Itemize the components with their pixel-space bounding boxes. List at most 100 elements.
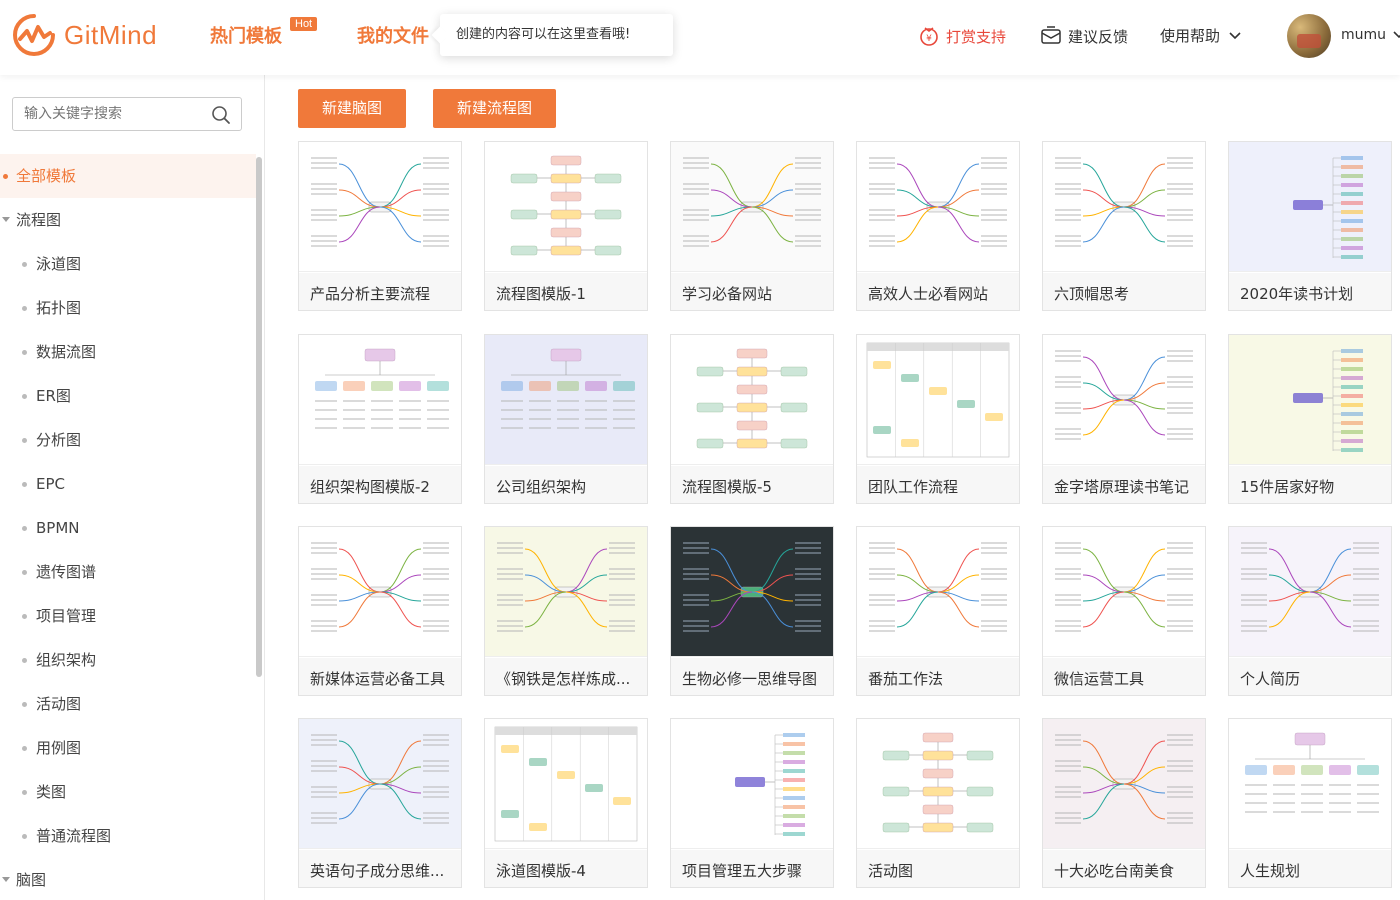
sidebar-item-label: 项目管理 — [36, 607, 97, 625]
template-thumbnail — [1229, 719, 1391, 849]
tooltip-text: 创建的内容可以在这里查看哦! — [456, 27, 631, 42]
template-card[interactable]: 人生规划 — [1228, 718, 1392, 888]
template-title: 番茄工作法 — [868, 670, 944, 688]
sidebar-item-mindmap[interactable]: 脑图 — [0, 858, 256, 900]
template-thumbnail — [671, 335, 833, 465]
thumbnail-diagram — [696, 348, 808, 449]
thumbnail-diagram — [1293, 156, 1363, 259]
new-mindmap-button[interactable]: 新建脑图 — [298, 89, 406, 128]
sidebar-item-label: 脑图 — [16, 871, 47, 889]
thumbnail-diagram — [1055, 350, 1193, 440]
sidebar-item-class[interactable]: 类图 — [0, 770, 256, 814]
sidebar-item-project[interactable]: 项目管理 — [0, 594, 256, 638]
template-thumbnail — [299, 335, 461, 465]
sidebar-item-er[interactable]: ER图 — [0, 374, 256, 418]
template-card[interactable]: 高效人士必看网站 — [856, 141, 1020, 311]
template-thumbnail — [857, 527, 1019, 657]
template-title: 公司组织架构 — [496, 478, 587, 496]
template-card[interactable]: 金字塔原理读书笔记 — [1042, 334, 1206, 504]
sidebar-item-label: 普通流程图 — [36, 827, 112, 845]
template-card[interactable]: 流程图模版-5 — [670, 334, 834, 504]
sidebar-item-label: 类图 — [36, 783, 67, 801]
template-card[interactable]: 新媒体运营必备工具 — [298, 526, 462, 696]
top-header: GitMind 热门模板 Hot 我的文件 创建的内容可以在这里查看哦! ¥ 打… — [0, 0, 1400, 75]
template-title: 活动图 — [868, 862, 914, 880]
user-menu[interactable]: mumu — [1341, 27, 1400, 43]
thumbnail-diagram — [315, 348, 449, 429]
template-title: 高效人士必看网站 — [868, 285, 989, 303]
template-card[interactable]: 项目管理五大步骤 — [670, 718, 834, 888]
template-card[interactable]: 流程图模版-1 — [484, 141, 648, 311]
template-card[interactable]: 番茄工作法 — [856, 526, 1020, 696]
sidebar-item-bpmn[interactable]: BPMN — [0, 506, 256, 550]
sidebar-item-genogram[interactable]: 遗传图谱 — [0, 550, 256, 594]
my-files-tooltip: 创建的内容可以在这里查看哦! — [440, 14, 673, 56]
bullet-icon — [22, 262, 27, 267]
thumbnail-diagram — [1245, 732, 1379, 813]
new-flowchart-button[interactable]: 新建流程图 — [433, 89, 556, 128]
gift-icon: ¥ — [920, 27, 938, 46]
template-card[interactable]: 公司组织架构 — [484, 334, 648, 504]
template-card[interactable]: 2020年读书计划 — [1228, 141, 1392, 311]
thumbnail-diagram — [869, 157, 1007, 247]
search-input[interactable] — [13, 98, 203, 130]
template-card[interactable]: 十大必吃台南美食 — [1042, 718, 1206, 888]
sidebar-item-org[interactable]: 组织架构 — [0, 638, 256, 682]
template-title: 流程图模版-1 — [496, 285, 586, 303]
sidebar-item-all[interactable]: 全部模板 — [0, 154, 256, 198]
bullet-icon — [22, 438, 27, 443]
template-card[interactable]: 活动图 — [856, 718, 1020, 888]
template-thumbnail — [1043, 335, 1205, 465]
feedback-label: 建议反馈 — [1068, 27, 1129, 46]
template-card[interactable]: 泳道图模版-4 — [484, 718, 648, 888]
template-card[interactable]: 组织架构图模版-2 — [298, 334, 462, 504]
feedback-button[interactable]: 建议反馈 — [1040, 25, 1128, 47]
donate-button[interactable]: ¥ 打赏支持 — [918, 25, 1006, 47]
template-title: 个人简历 — [1240, 670, 1301, 688]
username-label: mumu — [1341, 27, 1387, 43]
sidebar-item-label: 全部模板 — [16, 167, 77, 185]
template-card[interactable]: 团队工作流程 — [856, 334, 1020, 504]
template-card[interactable]: 英语句子成分思维... — [298, 718, 462, 888]
template-card[interactable]: 15件居家好物 — [1228, 334, 1392, 504]
sidebar-item-label: BPMN — [36, 519, 80, 537]
template-card[interactable]: 微信运营工具 — [1042, 526, 1206, 696]
avatar[interactable] — [1287, 14, 1331, 58]
sidebar-item-dataflow[interactable]: 数据流图 — [0, 330, 256, 374]
thumbnail-diagram — [311, 542, 449, 632]
sidebar-item-topology[interactable]: 拓扑图 — [0, 286, 256, 330]
help-label: 使用帮助 — [1160, 27, 1221, 45]
sidebar-item-usecase[interactable]: 用例图 — [0, 726, 256, 770]
logo-text: GitMind — [64, 19, 158, 50]
nav-my-files[interactable]: 我的文件 — [357, 22, 429, 48]
search-icon[interactable] — [211, 105, 231, 125]
template-title: 金字塔原理读书笔记 — [1054, 478, 1190, 496]
sidebar-item-label: 数据流图 — [36, 343, 97, 361]
feedback-icon — [1041, 26, 1061, 44]
thumbnail-diagram — [683, 542, 821, 632]
template-card[interactable]: 生物必修一思维导图 — [670, 526, 834, 696]
help-dropdown[interactable]: 使用帮助 — [1160, 25, 1250, 46]
bullet-icon — [22, 614, 27, 619]
sidebar-item-swimlane[interactable]: 泳道图 — [0, 242, 256, 286]
sidebar-item-label: 拓扑图 — [36, 299, 82, 317]
bullet-icon — [22, 834, 27, 839]
sidebar-scrollbar[interactable] — [256, 157, 262, 677]
template-card[interactable]: 《钢铁是怎样炼成... — [484, 526, 648, 696]
template-card[interactable]: 学习必备网站 — [670, 141, 834, 311]
sidebar-item-basic-flow[interactable]: 普通流程图 — [0, 814, 256, 858]
sidebar-item-analysis[interactable]: 分析图 — [0, 418, 256, 462]
template-title: 15件居家好物 — [1240, 478, 1335, 496]
sidebar-item-activity[interactable]: 活动图 — [0, 682, 256, 726]
caret-down-icon — [2, 877, 10, 882]
bullet-icon — [22, 790, 27, 795]
sidebar-item-flowchart[interactable]: 流程图 — [0, 198, 256, 242]
thumbnail-diagram — [866, 342, 1010, 458]
template-card[interactable]: 产品分析主要流程 — [298, 141, 462, 311]
template-card[interactable]: 六顶帽思考 — [1042, 141, 1206, 311]
gitmind-logo[interactable]: GitMind — [12, 13, 157, 57]
thumbnail-diagram — [735, 733, 805, 836]
template-card[interactable]: 个人简历 — [1228, 526, 1392, 696]
sidebar-item-epc[interactable]: EPC — [0, 462, 256, 506]
nav-hot-templates[interactable]: 热门模板 — [210, 22, 282, 48]
